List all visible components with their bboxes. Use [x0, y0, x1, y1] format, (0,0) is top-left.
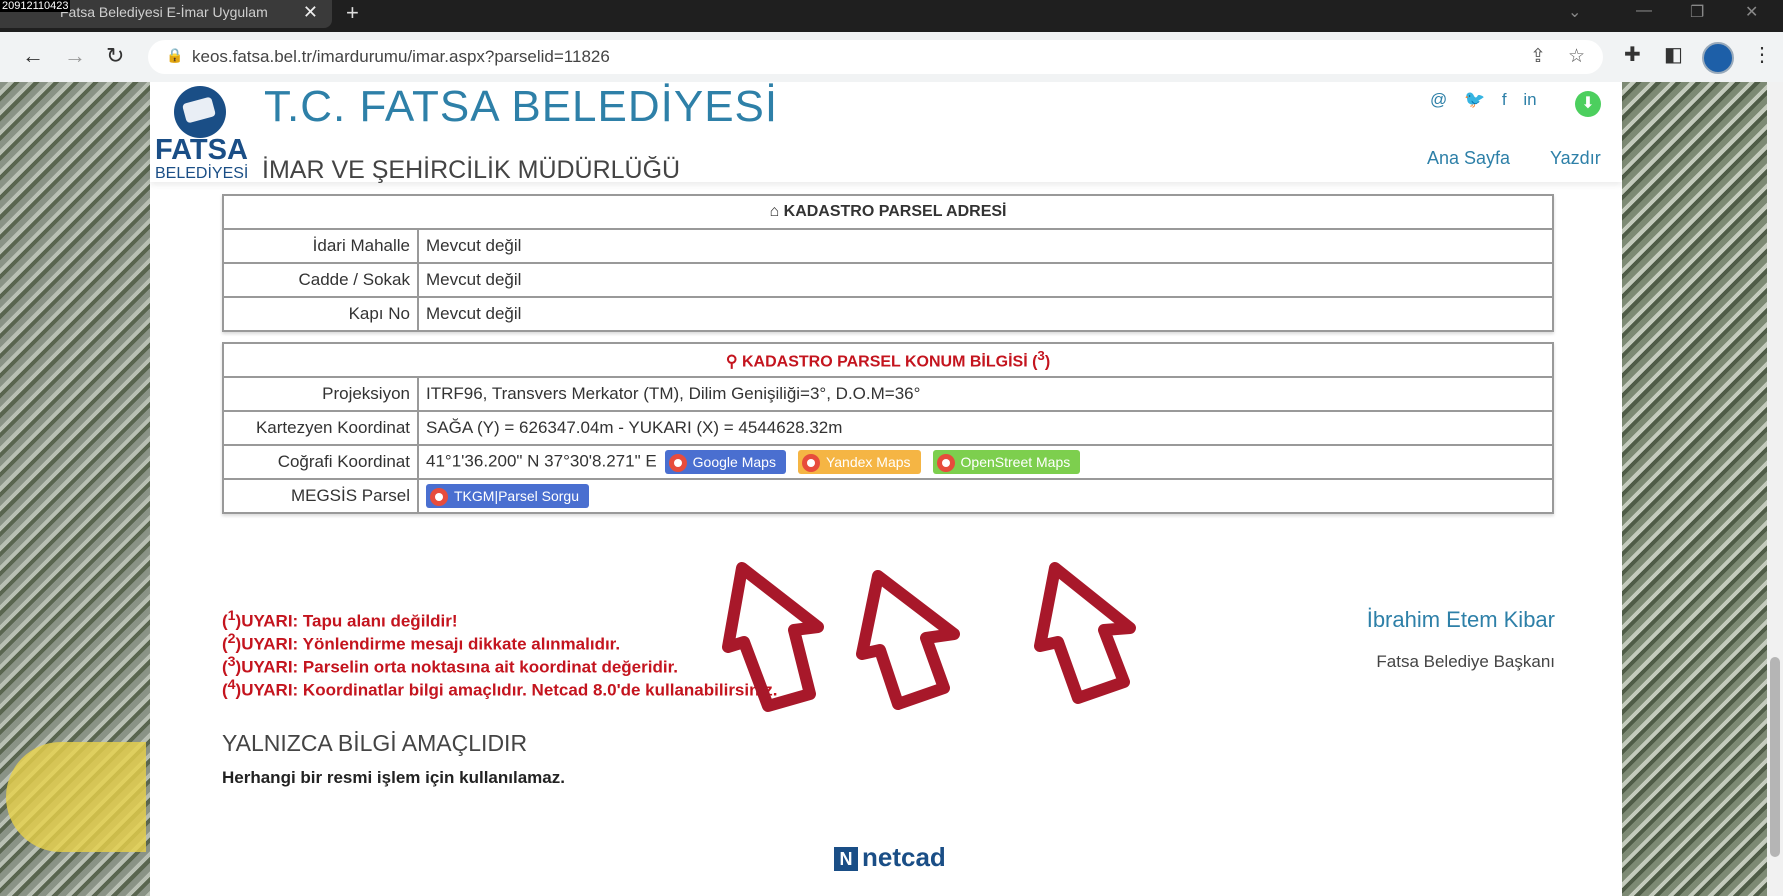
side-panel-icon[interactable]: ◧ [1664, 42, 1683, 67]
maximize-icon[interactable]: ❐ [1690, 2, 1704, 22]
bookmark-star-icon[interactable]: ☆ [1568, 45, 1585, 68]
forward-icon[interactable]: → [64, 43, 86, 69]
lock-icon[interactable]: 🔒 [166, 47, 183, 64]
page-viewport: FATSA BELEDİYESİ T.C. FATSA BELEDİYESİ İ… [0, 82, 1783, 896]
profile-avatar[interactable] [1702, 42, 1734, 74]
new-tab-icon[interactable]: + [346, 0, 359, 26]
minimize-icon[interactable]: — [1636, 2, 1652, 20]
menu-kebab-icon[interactable]: ⋮ [1752, 42, 1772, 67]
chevron-down-icon[interactable]: ⌄ [1568, 2, 1581, 22]
annotation-arrow-google [722, 562, 824, 712]
extensions-icon[interactable]: ✚ [1624, 42, 1641, 67]
annotation-arrows [722, 562, 1136, 712]
tab-title: Fatsa Belediyesi E-İmar Uygulam [60, 4, 268, 20]
close-tab-icon[interactable]: ✕ [303, 2, 318, 23]
url-text[interactable]: keos.fatsa.bel.tr/imardurumu/imar.aspx?p… [192, 47, 610, 67]
close-window-icon[interactable]: ✕ [1745, 2, 1758, 22]
share-icon[interactable]: ⇪ [1530, 45, 1546, 68]
back-icon[interactable]: ← [22, 43, 44, 69]
tab-strip: Fatsa Belediyesi E-İmar Uygulam ✕ + ⌄ — … [0, 0, 1783, 32]
reload-icon[interactable]: ↻ [106, 43, 124, 69]
address-bar[interactable]: 🔒 keos.fatsa.bel.tr/imardurumu/imar.aspx… [148, 40, 1603, 74]
annotation-arrow-openstreet [1034, 562, 1136, 704]
timestamp-overlay: 20912110423 [0, 0, 71, 12]
annotation-arrow-yandex [856, 570, 960, 710]
